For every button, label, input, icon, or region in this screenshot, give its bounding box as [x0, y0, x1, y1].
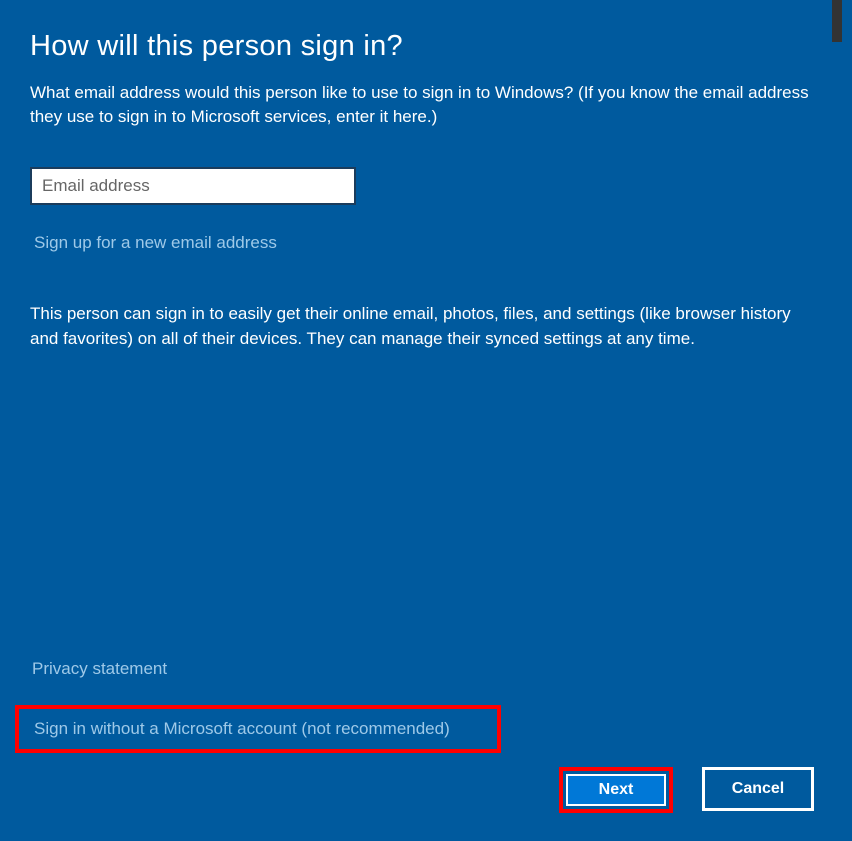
- signup-link[interactable]: Sign up for a new email address: [34, 233, 277, 253]
- email-input[interactable]: [30, 167, 356, 205]
- dialog-heading: How will this person sign in?: [30, 30, 812, 63]
- dialog-description: What email address would this person lik…: [30, 81, 812, 129]
- cancel-button[interactable]: Cancel: [702, 767, 814, 811]
- bottom-links: Privacy statement: [32, 659, 167, 679]
- button-row: Next Cancel: [559, 767, 814, 813]
- next-button[interactable]: Next: [566, 774, 666, 806]
- next-highlight: Next: [559, 767, 673, 813]
- signin-without-highlight: Sign in without a Microsoft account (not…: [15, 705, 501, 753]
- info-text: This person can sign in to easily get th…: [30, 301, 812, 352]
- scrollbar[interactable]: [832, 0, 842, 42]
- privacy-link[interactable]: Privacy statement: [32, 659, 167, 679]
- signin-dialog: How will this person sign in? What email…: [0, 0, 842, 841]
- signin-without-link[interactable]: Sign in without a Microsoft account (not…: [34, 719, 450, 739]
